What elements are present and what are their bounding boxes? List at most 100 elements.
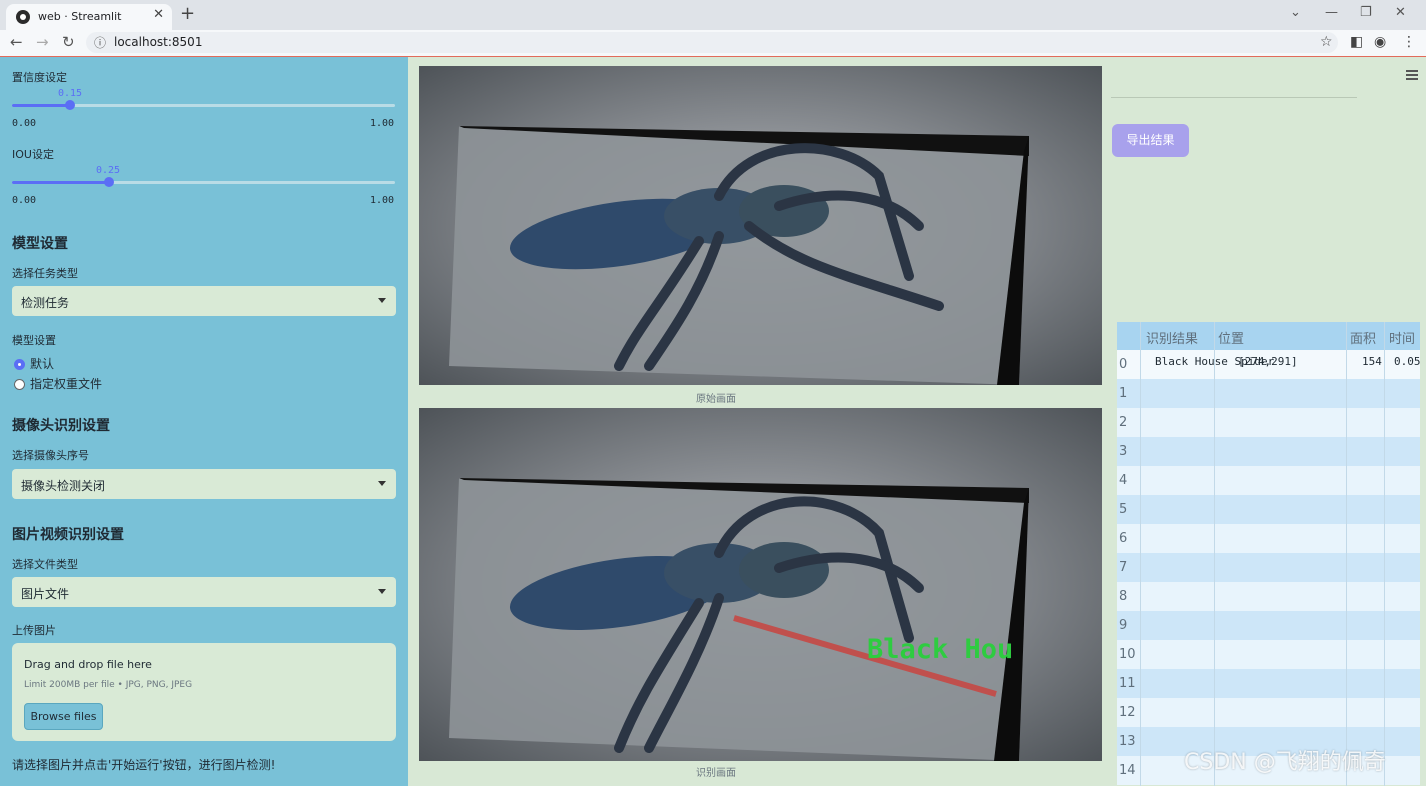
- table-row[interactable]: 5: [1117, 495, 1420, 524]
- iou-label: IOU设定: [12, 148, 54, 161]
- model-section-title: 模型设置: [12, 236, 68, 252]
- reload-icon[interactable]: ↻: [62, 33, 75, 51]
- file-uploader-dropzone[interactable]: Drag and drop file here Limit 200MB per …: [12, 643, 396, 741]
- minimize-icon[interactable]: —: [1325, 5, 1338, 20]
- header-area[interactable]: 面积: [1350, 328, 1376, 347]
- column-divider: [1384, 322, 1385, 786]
- row-index: 8: [1119, 589, 1128, 604]
- table-row[interactable]: 1: [1117, 379, 1420, 408]
- browser-titlebar: web · Streamlit ✕ + ⌄ — ❐ ✕: [0, 0, 1426, 30]
- upload-label: 上传图片: [12, 624, 56, 637]
- main-content: 原始画面 Black Hou 识别画面 导出结果 识别结果 位置 面积 时间 0…: [408, 57, 1426, 786]
- url-field[interactable]: ⓘ localhost:8501: [86, 32, 1338, 53]
- spider-photo-original: [419, 66, 1102, 385]
- back-arrow-icon[interactable]: ←: [10, 33, 23, 51]
- profile-icon[interactable]: ◉: [1374, 34, 1386, 50]
- export-results-button[interactable]: 导出结果: [1112, 124, 1189, 157]
- browse-files-button[interactable]: Browse files: [24, 703, 103, 730]
- camera-section-title: 摄像头识别设置: [12, 418, 110, 434]
- side-panel-icon[interactable]: ◧: [1350, 34, 1363, 50]
- row-index: 5: [1119, 502, 1128, 517]
- results-table[interactable]: 识别结果 位置 面积 时间 0 Black House Spider [274,29…: [1117, 322, 1420, 786]
- table-row[interactable]: 11: [1117, 669, 1420, 698]
- table-row[interactable]: 6: [1117, 524, 1420, 553]
- confidence-min: 0.00: [12, 118, 37, 129]
- table-row[interactable]: 10: [1117, 640, 1420, 669]
- row-index: 9: [1119, 618, 1128, 633]
- table-row[interactable]: 12: [1117, 698, 1420, 727]
- column-divider: [1214, 322, 1215, 786]
- radio-default[interactable]: 默认: [14, 355, 54, 372]
- task-type-label: 选择任务类型: [12, 267, 78, 280]
- table-row[interactable]: 9: [1117, 611, 1420, 640]
- streamlit-favicon-icon: [16, 10, 30, 24]
- instruction-hint: 请选择图片并点击'开始运行'按钮，进行图片检测!: [12, 758, 276, 772]
- close-window-icon[interactable]: ✕: [1395, 5, 1406, 20]
- iou-value: 0.25: [96, 165, 121, 176]
- result-image-caption: 识别画面: [696, 768, 736, 779]
- new-tab-icon[interactable]: +: [180, 3, 195, 24]
- close-tab-icon[interactable]: ✕: [153, 7, 164, 22]
- row-index: 10: [1119, 647, 1136, 662]
- camera-value: 摄像头检测关闭: [21, 479, 106, 493]
- forward-arrow-icon[interactable]: →: [36, 33, 49, 51]
- header-result[interactable]: 识别结果: [1146, 328, 1198, 347]
- cell-position: [274,291]: [1238, 355, 1298, 368]
- menu-dots-icon[interactable]: ⋮: [1402, 34, 1416, 50]
- file-type-select[interactable]: 图片文件: [12, 577, 396, 607]
- table-row[interactable]: 2: [1117, 408, 1420, 437]
- row-index: 3: [1119, 444, 1128, 459]
- radio-default-label: 默认: [30, 357, 55, 371]
- row-index: 2: [1119, 415, 1128, 430]
- table-row[interactable]: 4: [1117, 466, 1420, 495]
- drag-drop-text: Drag and drop file here: [24, 658, 152, 671]
- table-row[interactable]: 8: [1117, 582, 1420, 611]
- header-position[interactable]: 位置: [1218, 328, 1244, 347]
- table-row[interactable]: 7: [1117, 553, 1420, 582]
- radio-custom-weights[interactable]: 指定权重文件: [14, 375, 102, 392]
- radio-custom-weights-label: 指定权重文件: [30, 377, 103, 391]
- header-time[interactable]: 时间: [1389, 328, 1415, 347]
- star-icon[interactable]: ☆: [1320, 34, 1333, 50]
- file-type-label: 选择文件类型: [12, 558, 78, 571]
- confidence-slider-thumb[interactable]: [65, 100, 75, 110]
- hamburger-menu-icon[interactable]: [1406, 70, 1418, 82]
- confidence-max: 1.00: [370, 118, 395, 129]
- address-bar: ← → ↻ ⓘ localhost:8501 ☆ ◧ ◉ ⋮: [0, 30, 1426, 57]
- cell-area: 154: [1362, 355, 1382, 368]
- original-image: [419, 66, 1102, 385]
- iou-slider[interactable]: [12, 177, 395, 187]
- confidence-label: 置信度设定: [12, 71, 67, 84]
- column-divider: [1140, 322, 1141, 786]
- original-image-caption: 原始画面: [696, 394, 736, 405]
- browser-tab[interactable]: web · Streamlit ✕: [6, 4, 172, 30]
- row-index: 4: [1119, 473, 1128, 488]
- restore-icon[interactable]: ❐: [1360, 5, 1372, 20]
- confidence-value: 0.15: [58, 88, 83, 99]
- upload-limit-text: Limit 200MB per file • JPG, PNG, JPEG: [24, 680, 193, 690]
- table-row[interactable]: 3: [1117, 437, 1420, 466]
- detection-label: Black Hou: [867, 634, 1013, 665]
- confidence-slider[interactable]: [12, 100, 395, 110]
- iou-max: 1.00: [370, 195, 395, 206]
- info-icon[interactable]: ⓘ: [94, 34, 106, 51]
- row-index: 11: [1119, 676, 1136, 691]
- iou-slider-thumb[interactable]: [104, 177, 114, 187]
- radio-unselected-icon[interactable]: [14, 379, 25, 390]
- radio-selected-icon[interactable]: [14, 359, 25, 370]
- caret-down-icon: [378, 481, 386, 486]
- file-type-value: 图片文件: [21, 587, 70, 601]
- row-index: 6: [1119, 531, 1128, 546]
- watermark: CSDN @飞翔的佩奇: [1184, 750, 1386, 775]
- task-type-select[interactable]: 检测任务: [12, 286, 396, 316]
- divider: [1111, 97, 1357, 98]
- column-divider: [1346, 322, 1347, 786]
- confidence-slider-fill: [12, 104, 69, 107]
- tab-search-icon[interactable]: ⌄: [1290, 5, 1301, 20]
- camera-select[interactable]: 摄像头检测关闭: [12, 469, 396, 499]
- task-type-value: 检测任务: [21, 296, 70, 310]
- table-row[interactable]: 0 Black House Spider [274,291] 154 0.05: [1117, 350, 1420, 379]
- sidebar: 置信度设定 0.15 0.00 1.00 IOU设定 0.25 0.00 1.0…: [0, 57, 408, 786]
- camera-index-label: 选择摄像头序号: [12, 449, 89, 462]
- caret-down-icon: [378, 589, 386, 594]
